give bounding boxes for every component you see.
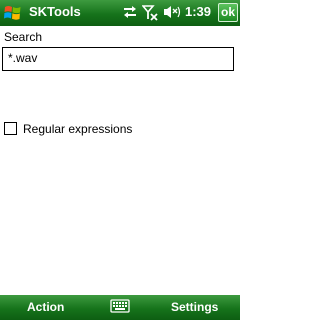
settings-softkey[interactable]: Settings <box>171 300 218 314</box>
keyboard-icon[interactable] <box>110 298 130 315</box>
windows-start-icon[interactable] <box>2 2 24 24</box>
softkey-bar: Action Settings <box>0 295 240 320</box>
ok-button[interactable]: ok <box>218 3 238 22</box>
search-label: Search <box>4 30 43 44</box>
regex-label[interactable]: Regular expressions <box>23 122 132 136</box>
speaker-muted-icon[interactable] <box>163 5 181 19</box>
search-input[interactable]: *.wav <box>2 47 234 71</box>
sync-arrows-icon[interactable] <box>122 5 138 19</box>
clock[interactable]: 1:39 <box>185 4 211 19</box>
regex-checkbox[interactable] <box>4 122 17 135</box>
app-title: SKTools <box>29 4 81 19</box>
screen: SKTools 1:39 ok Search *.wav Regular exp… <box>0 0 240 320</box>
action-softkey[interactable]: Action <box>27 300 64 314</box>
signal-off-icon[interactable] <box>142 5 158 21</box>
title-bar: SKTools 1:39 ok <box>0 0 240 26</box>
regex-option[interactable]: Regular expressions <box>4 121 132 136</box>
